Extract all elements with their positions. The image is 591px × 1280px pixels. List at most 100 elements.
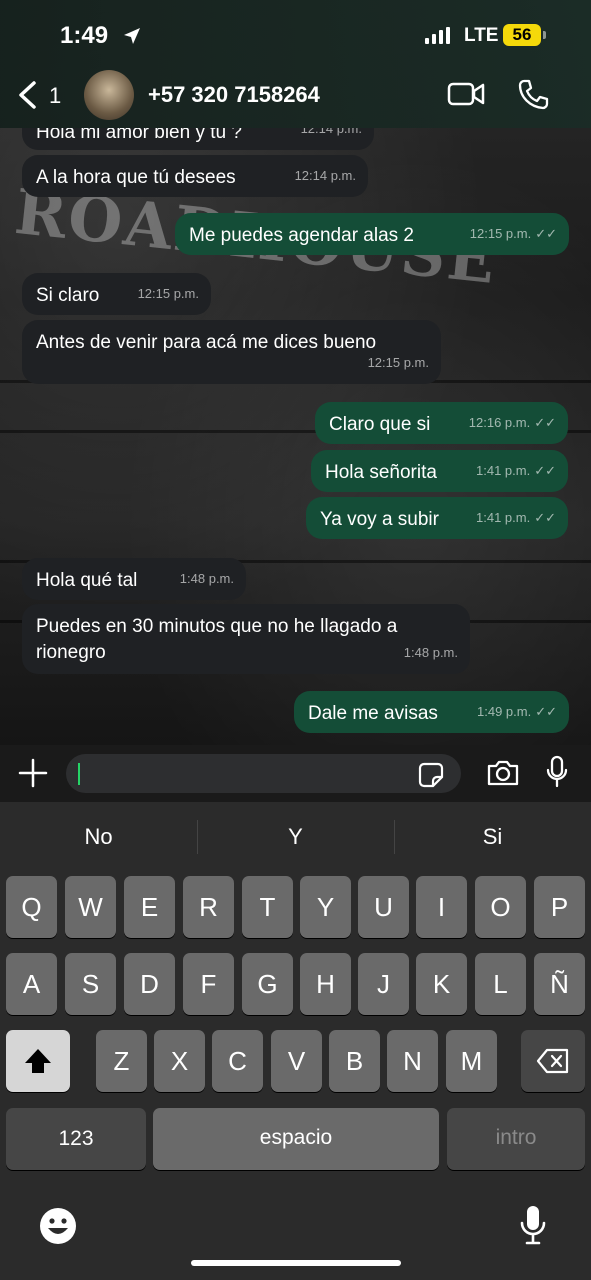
message-time: 12:14 p.m. xyxy=(294,168,356,183)
avatar[interactable] xyxy=(84,70,134,120)
key-c[interactable]: C xyxy=(212,1030,263,1092)
key-w[interactable]: W xyxy=(65,876,116,938)
unread-count[interactable]: 1 xyxy=(49,83,61,109)
read-checks-icon: ✓✓ xyxy=(535,226,557,241)
message-text: Claro que si xyxy=(329,414,431,435)
suggestion[interactable]: Y xyxy=(197,824,394,850)
key-g[interactable]: G xyxy=(242,953,293,1015)
contact-name[interactable]: +57 320 7158264 xyxy=(148,82,320,108)
chat-header: 1:49 LTE 56 1 +57 320 7158264 xyxy=(0,0,591,128)
backspace-icon xyxy=(536,1048,569,1074)
read-checks-icon: ✓✓ xyxy=(534,415,556,430)
message-time: 1:48 p.m. xyxy=(403,645,458,660)
key-a[interactable]: A xyxy=(6,953,57,1015)
key-n[interactable]: N xyxy=(387,1030,438,1092)
message-incoming[interactable]: Puedes en 30 minutos que no he llagado a… xyxy=(22,604,470,674)
message-text: Dale me avisas xyxy=(308,703,438,724)
read-checks-icon: ✓✓ xyxy=(535,704,557,719)
clock: 1:49 xyxy=(60,22,109,49)
microphone-icon[interactable] xyxy=(545,755,569,794)
emoji-icon[interactable] xyxy=(38,1206,78,1251)
numbers-key[interactable]: 123 xyxy=(6,1108,146,1170)
camera-icon[interactable] xyxy=(486,759,520,792)
keyboard: No Y Si Q W E R T Y U I O P A S D F G H … xyxy=(0,802,591,1280)
key-n-tilde[interactable]: Ñ xyxy=(534,953,585,1015)
message-time: 1:48 p.m. xyxy=(179,571,234,586)
return-key[interactable]: intro xyxy=(447,1108,585,1170)
message-text: Hola señorita xyxy=(325,462,437,483)
location-arrow-icon xyxy=(122,26,142,51)
key-x[interactable]: X xyxy=(154,1030,205,1092)
message-text: Si claro xyxy=(36,285,100,306)
key-l[interactable]: L xyxy=(475,953,526,1015)
message-time: 1:49 p.m. xyxy=(477,704,532,719)
message-outgoing[interactable]: Hola señorita 1:41 p.m. ✓✓ xyxy=(311,450,568,492)
text-cursor xyxy=(78,763,80,785)
key-z[interactable]: Z xyxy=(96,1030,147,1092)
message-incoming[interactable]: Antes de venir para acá me dices bueno 1… xyxy=(22,320,441,384)
message-list[interactable]: Hola mi amor bien y tú ? 12:14 p.m. A la… xyxy=(0,128,591,745)
delete-key[interactable] xyxy=(521,1030,585,1092)
message-text: Puedes en 30 minutos que no he llagado a… xyxy=(36,616,398,663)
shift-arrow-icon xyxy=(25,1049,51,1073)
message-time: 1:41 p.m. xyxy=(476,510,531,525)
message-time: 12:15 p.m. xyxy=(367,355,429,370)
cellular-signal-icon xyxy=(425,27,450,44)
key-d[interactable]: D xyxy=(124,953,175,1015)
message-time: 12:14 p.m. xyxy=(300,128,362,136)
key-k[interactable]: K xyxy=(416,953,467,1015)
key-r[interactable]: R xyxy=(183,876,234,938)
back-chevron-icon[interactable] xyxy=(16,80,38,115)
message-time: 12:15 p.m. xyxy=(469,226,532,241)
message-text: Ya voy a subir xyxy=(320,509,439,530)
key-i[interactable]: I xyxy=(416,876,467,938)
key-p[interactable]: P xyxy=(534,876,585,938)
message-time: 12:16 p.m. xyxy=(468,415,531,430)
key-b[interactable]: B xyxy=(329,1030,380,1092)
message-incoming[interactable]: Si claro 12:15 p.m. xyxy=(22,273,211,315)
message-text: Hola mi amor bien y tú ? xyxy=(36,128,242,143)
key-o[interactable]: O xyxy=(475,876,526,938)
message-outgoing[interactable]: Dale me avisas 1:49 p.m. ✓✓ xyxy=(294,691,569,733)
key-j[interactable]: J xyxy=(358,953,409,1015)
message-text: A la hora que tú desees xyxy=(36,167,236,188)
message-incoming[interactable]: A la hora que tú desees 12:14 p.m. xyxy=(22,155,368,197)
message-meta: 1:49 p.m. ✓✓ xyxy=(477,699,557,725)
key-t[interactable]: T xyxy=(242,876,293,938)
battery-icon: 56 xyxy=(503,24,546,46)
home-indicator[interactable] xyxy=(191,1260,401,1266)
voice-call-icon[interactable] xyxy=(517,78,549,115)
message-outgoing[interactable]: Me puedes agendar alas 2 12:15 p.m. ✓✓ xyxy=(175,213,569,255)
key-s[interactable]: S xyxy=(65,953,116,1015)
key-v[interactable]: V xyxy=(271,1030,322,1092)
compose-bar xyxy=(0,745,591,802)
space-key[interactable]: espacio xyxy=(153,1108,439,1170)
message-text: Hola qué tal xyxy=(36,570,138,591)
message-input[interactable] xyxy=(66,754,461,793)
status-bar: 1:49 LTE 56 xyxy=(0,0,591,70)
message-meta: 12:15 p.m. ✓✓ xyxy=(470,221,557,247)
message-incoming[interactable]: Hola qué tal 1:48 p.m. xyxy=(22,558,246,600)
key-h[interactable]: H xyxy=(300,953,351,1015)
key-f[interactable]: F xyxy=(183,953,234,1015)
key-u[interactable]: U xyxy=(358,876,409,938)
dictation-mic-icon[interactable] xyxy=(518,1204,548,1251)
key-q[interactable]: Q xyxy=(6,876,57,938)
key-y[interactable]: Y xyxy=(300,876,351,938)
sticker-icon[interactable] xyxy=(418,762,444,793)
message-incoming[interactable]: Hola mi amor bien y tú ? 12:14 p.m. xyxy=(22,128,374,150)
message-time: 12:15 p.m. xyxy=(137,286,199,301)
key-e[interactable]: E xyxy=(124,876,175,938)
message-meta: 1:41 p.m. ✓✓ xyxy=(476,505,556,531)
shift-key[interactable] xyxy=(6,1030,70,1092)
key-m[interactable]: M xyxy=(446,1030,497,1092)
plus-icon[interactable] xyxy=(18,758,48,793)
suggestion[interactable]: Si xyxy=(394,824,591,850)
suggestion[interactable]: No xyxy=(0,824,197,850)
message-meta: 12:16 p.m. ✓✓ xyxy=(469,410,556,436)
read-checks-icon: ✓✓ xyxy=(534,510,556,525)
message-outgoing[interactable]: Ya voy a subir 1:41 p.m. ✓✓ xyxy=(306,497,568,539)
message-meta: 1:41 p.m. ✓✓ xyxy=(476,458,556,484)
video-call-icon[interactable] xyxy=(447,80,485,113)
message-outgoing[interactable]: Claro que si 12:16 p.m. ✓✓ xyxy=(315,402,568,444)
